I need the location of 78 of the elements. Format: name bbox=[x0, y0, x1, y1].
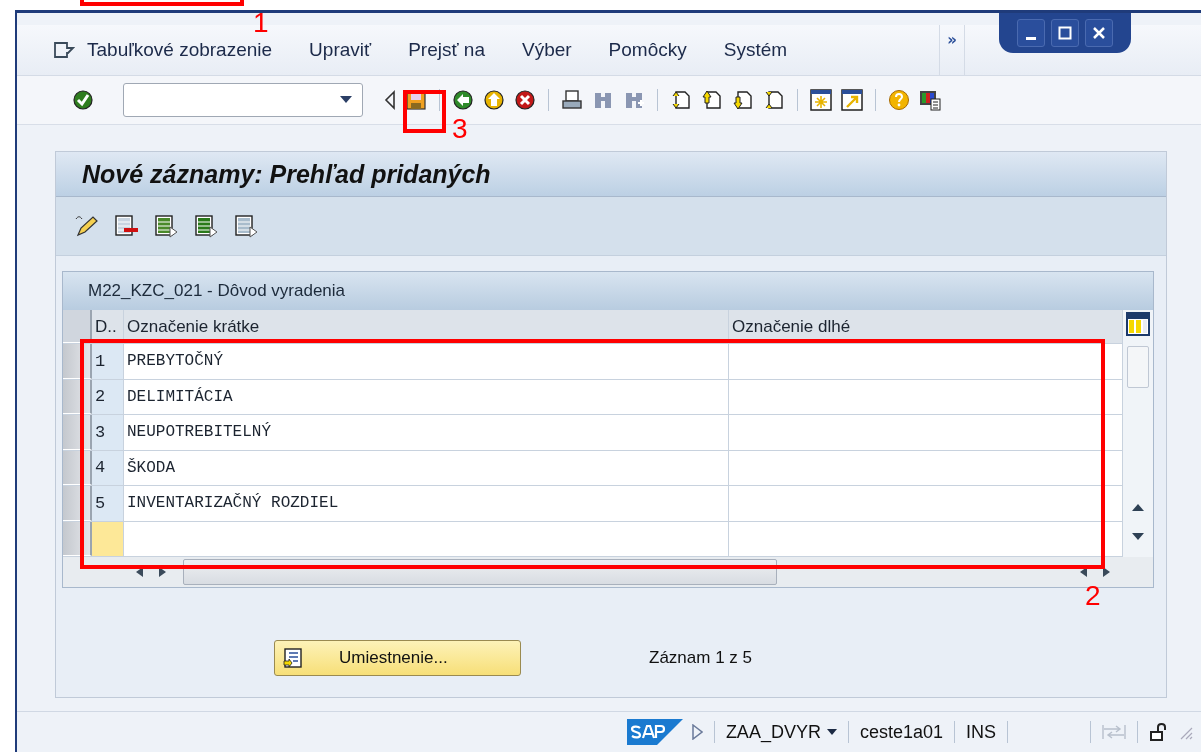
scroll-right-icon[interactable] bbox=[159, 567, 167, 577]
table-cell[interactable]: 4 bbox=[92, 450, 124, 485]
select-all-icon[interactable] bbox=[154, 214, 180, 238]
dropdown-icon[interactable] bbox=[340, 96, 352, 104]
column-settings-icon[interactable] bbox=[1126, 312, 1150, 336]
menu-item[interactable]: Tabuľkové zobrazenie bbox=[87, 39, 273, 61]
scroll-down-icon[interactable] bbox=[1132, 533, 1144, 541]
select-block-icon[interactable] bbox=[194, 214, 220, 238]
table-cell[interactable] bbox=[92, 521, 124, 556]
table-cell[interactable] bbox=[729, 521, 1123, 556]
last-page-icon[interactable] bbox=[763, 89, 785, 111]
first-page-icon[interactable] bbox=[670, 89, 692, 111]
position-icon bbox=[283, 648, 303, 668]
server-name: ceste1a01 bbox=[859, 721, 943, 743]
next-page-icon[interactable] bbox=[732, 89, 754, 111]
maximize-button[interactable] bbox=[1051, 19, 1079, 47]
sap-logo-icon bbox=[626, 719, 683, 745]
triangle-right-icon[interactable] bbox=[690, 724, 703, 740]
menu-item[interactable]: Prejsť na bbox=[408, 39, 485, 61]
highlight-frame bbox=[403, 90, 446, 133]
transaction-dropdown[interactable]: ZAA_DVYR bbox=[725, 721, 837, 743]
menu-icon[interactable] bbox=[53, 41, 75, 59]
table-cell[interactable]: INVENTARIZAČNÝ ROZDIEL bbox=[124, 486, 729, 521]
table-cell[interactable]: NEUPOTREBITELNÝ bbox=[124, 415, 729, 450]
table-title: M22_KZC_021 - Dôvod vyradenia bbox=[88, 281, 346, 301]
dropdown-icon bbox=[826, 728, 837, 736]
minimize-icon bbox=[1026, 36, 1036, 40]
input-mode[interactable]: INS bbox=[966, 721, 996, 743]
table-cell[interactable]: DELIMITÁCIA bbox=[124, 379, 729, 414]
table-cell[interactable]: ŠKODA bbox=[124, 450, 729, 485]
table-cell[interactable]: PREBYTOČNÝ bbox=[124, 344, 729, 379]
menu-item[interactable]: Pomôcky bbox=[608, 39, 687, 61]
table-cell[interactable] bbox=[729, 450, 1123, 485]
shortcut-icon[interactable] bbox=[841, 89, 863, 111]
scroll-thumb[interactable] bbox=[1127, 346, 1149, 388]
more-menu-button[interactable]: » bbox=[939, 25, 966, 75]
help-icon[interactable] bbox=[888, 89, 910, 111]
table-cell[interactable] bbox=[729, 486, 1123, 521]
cancel-icon[interactable] bbox=[514, 89, 536, 111]
screen-title: Nové záznamy: Prehľad pridaných bbox=[82, 159, 491, 189]
maximize-icon bbox=[1058, 26, 1072, 40]
new-session-icon[interactable] bbox=[810, 89, 832, 111]
annotation-number: 2 bbox=[1085, 582, 1101, 610]
triangle-left-icon[interactable] bbox=[384, 90, 396, 110]
deselect-all-icon[interactable] bbox=[234, 214, 260, 238]
delete-row-icon[interactable] bbox=[114, 214, 140, 238]
padlock-icon[interactable] bbox=[1149, 722, 1169, 742]
position-button[interactable]: Umiestnenie... bbox=[274, 640, 521, 676]
scroll-left-icon[interactable] bbox=[1079, 567, 1087, 577]
annotation-number: 3 bbox=[452, 115, 468, 143]
previous-page-icon[interactable] bbox=[701, 89, 723, 111]
table-cell[interactable]: 5 bbox=[92, 486, 124, 521]
table-cell[interactable]: 1 bbox=[92, 344, 124, 379]
scroll-right-icon[interactable] bbox=[1103, 567, 1111, 577]
record-counter: Záznam 1 z 5 bbox=[649, 648, 752, 668]
annotation-number: 1 bbox=[253, 9, 269, 37]
layout-icon[interactable] bbox=[919, 89, 941, 111]
table-cell[interactable]: 2 bbox=[92, 379, 124, 414]
enter-icon[interactable] bbox=[72, 89, 94, 111]
command-field[interactable] bbox=[123, 83, 363, 117]
exit-icon[interactable] bbox=[483, 89, 505, 111]
back-icon[interactable] bbox=[452, 89, 474, 111]
menu-item[interactable]: Systém bbox=[723, 39, 788, 61]
minimize-button[interactable] bbox=[1017, 19, 1045, 47]
scroll-left-icon[interactable] bbox=[135, 567, 143, 577]
table-cell[interactable]: 3 bbox=[92, 415, 124, 450]
table-cell[interactable] bbox=[729, 379, 1123, 414]
select-all-corner[interactable] bbox=[63, 310, 92, 343]
pencil-icon[interactable] bbox=[74, 214, 100, 238]
menu-item[interactable]: Výber bbox=[521, 39, 572, 61]
close-icon bbox=[1092, 26, 1106, 40]
table-cell[interactable] bbox=[729, 415, 1123, 450]
menu-item[interactable]: Upraviť bbox=[309, 39, 372, 61]
print-icon[interactable] bbox=[561, 89, 583, 111]
close-button[interactable] bbox=[1085, 19, 1113, 47]
table-cell[interactable] bbox=[729, 344, 1123, 379]
scroll-up-icon[interactable] bbox=[1132, 503, 1144, 511]
table-cell[interactable] bbox=[124, 521, 729, 556]
